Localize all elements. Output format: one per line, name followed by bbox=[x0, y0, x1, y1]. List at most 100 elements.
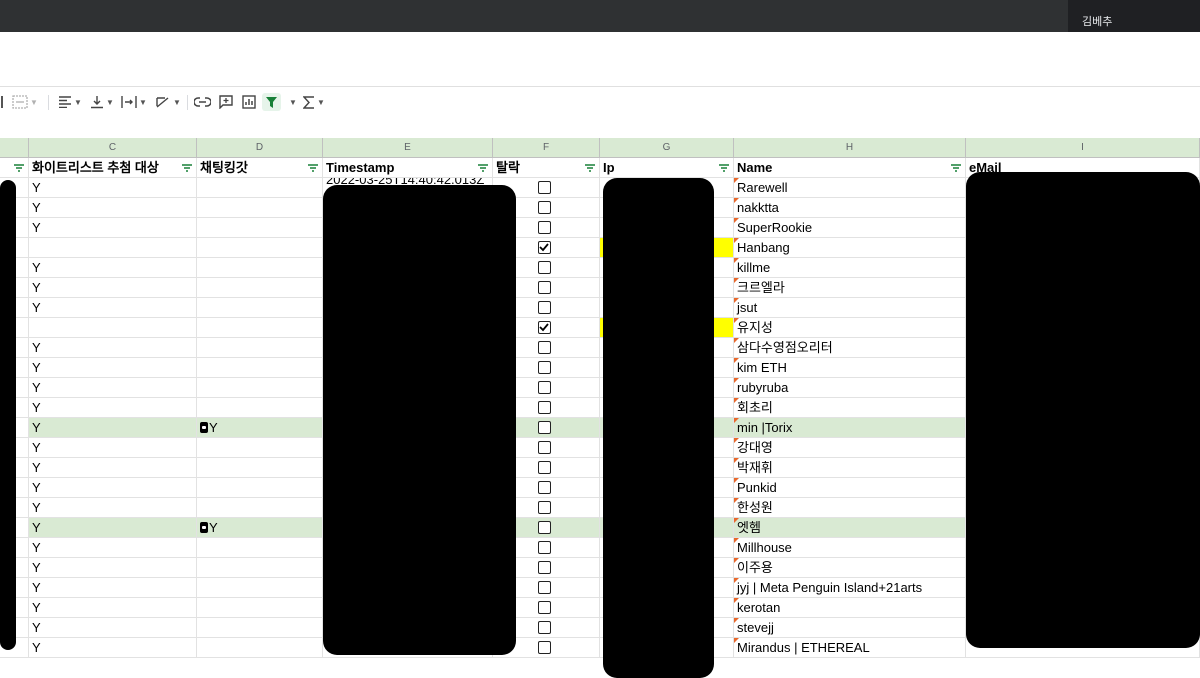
column-header-d[interactable]: D bbox=[197, 138, 323, 158]
filter-views-dropdown[interactable]: ▼ bbox=[287, 93, 297, 111]
cell-d[interactable] bbox=[197, 178, 323, 198]
dropout-checkbox[interactable] bbox=[538, 581, 551, 594]
cell-h[interactable]: kerotan bbox=[734, 598, 966, 618]
cell-h[interactable]: killme bbox=[734, 258, 966, 278]
cell-d[interactable] bbox=[197, 478, 323, 498]
dropout-checkbox[interactable] bbox=[538, 521, 551, 534]
cell-c[interactable]: Y bbox=[29, 398, 197, 418]
cell-h[interactable]: jyj | Meta Penguin Island+21arts bbox=[734, 578, 966, 598]
cell-h[interactable]: SuperRookie bbox=[734, 218, 966, 238]
cell-c[interactable]: Y bbox=[29, 458, 197, 478]
dropout-checkbox[interactable] bbox=[538, 321, 551, 334]
dropout-checkbox[interactable] bbox=[538, 181, 551, 194]
cell-c[interactable]: Y bbox=[29, 258, 197, 278]
cell-h[interactable]: 박재휘 bbox=[734, 458, 966, 478]
column-header-e[interactable]: E bbox=[323, 138, 493, 158]
dropout-checkbox[interactable] bbox=[538, 241, 551, 254]
dropout-checkbox[interactable] bbox=[538, 301, 551, 314]
cell-c[interactable]: Y bbox=[29, 498, 197, 518]
header-cell-c[interactable]: 화이트리스트 추첨 대상 bbox=[29, 158, 197, 178]
cell-h[interactable]: Rarewell bbox=[734, 178, 966, 198]
cell-d[interactable]: Y bbox=[197, 518, 323, 538]
text-rotation-button[interactable]: ▼ bbox=[155, 93, 181, 111]
insert-comment-icon[interactable] bbox=[219, 93, 233, 111]
cell-d[interactable] bbox=[197, 438, 323, 458]
cell-h[interactable]: min |Torix bbox=[734, 418, 966, 438]
dropout-checkbox[interactable] bbox=[538, 281, 551, 294]
column-filter-icon[interactable] bbox=[182, 164, 192, 172]
horizontal-align-button[interactable]: ▼ bbox=[58, 93, 82, 111]
header-cell-f[interactable]: 탈락 bbox=[493, 158, 600, 178]
cell-h[interactable]: 강대영 bbox=[734, 438, 966, 458]
header-cell-d[interactable]: 채팅킹갓 bbox=[197, 158, 323, 178]
cell-c[interactable] bbox=[29, 318, 197, 338]
cell-c[interactable] bbox=[29, 238, 197, 258]
cell-c[interactable]: Y bbox=[29, 598, 197, 618]
filter-button[interactable] bbox=[262, 93, 281, 111]
cell-d[interactable] bbox=[197, 598, 323, 618]
cell-d[interactable] bbox=[197, 558, 323, 578]
cell-c[interactable]: Y bbox=[29, 558, 197, 578]
column-header-b[interactable] bbox=[0, 138, 29, 158]
cell-h[interactable]: Hanbang bbox=[734, 238, 966, 258]
cell-c[interactable]: Y bbox=[29, 358, 197, 378]
cell-c[interactable]: Y bbox=[29, 478, 197, 498]
cell-d[interactable] bbox=[197, 618, 323, 638]
cell-c[interactable]: Y bbox=[29, 338, 197, 358]
cell-h[interactable]: Millhouse bbox=[734, 538, 966, 558]
column-header-c[interactable]: C bbox=[29, 138, 197, 158]
cell-h[interactable]: 한성원 bbox=[734, 498, 966, 518]
cell-c[interactable]: Y bbox=[29, 198, 197, 218]
insert-link-icon[interactable] bbox=[194, 93, 211, 111]
cell-d[interactable] bbox=[197, 258, 323, 278]
dropout-checkbox[interactable] bbox=[538, 501, 551, 514]
cell-d[interactable] bbox=[197, 378, 323, 398]
cell-c[interactable]: Y bbox=[29, 218, 197, 238]
column-filter-icon[interactable] bbox=[14, 164, 24, 172]
cell-h[interactable]: 회초리 bbox=[734, 398, 966, 418]
cell-d[interactable] bbox=[197, 278, 323, 298]
cell-d[interactable] bbox=[197, 498, 323, 518]
cell-h[interactable]: rubyruba bbox=[734, 378, 966, 398]
cell-c[interactable]: Y bbox=[29, 298, 197, 318]
column-filter-icon[interactable] bbox=[951, 164, 961, 172]
dropout-checkbox[interactable] bbox=[538, 381, 551, 394]
dropout-checkbox[interactable] bbox=[538, 621, 551, 634]
cell-d[interactable] bbox=[197, 458, 323, 478]
cell-c[interactable]: Y bbox=[29, 638, 197, 658]
cell-h[interactable]: nakktta bbox=[734, 198, 966, 218]
column-header-h[interactable]: H bbox=[734, 138, 966, 158]
cell-c[interactable]: Y bbox=[29, 538, 197, 558]
cell-c[interactable]: Y bbox=[29, 178, 197, 198]
cell-c[interactable]: Y bbox=[29, 438, 197, 458]
column-header-i[interactable]: I bbox=[966, 138, 1200, 158]
dropout-checkbox[interactable] bbox=[538, 341, 551, 354]
cell-d[interactable] bbox=[197, 218, 323, 238]
dropout-checkbox[interactable] bbox=[538, 421, 551, 434]
cell-d[interactable] bbox=[197, 318, 323, 338]
dropout-checkbox[interactable] bbox=[538, 261, 551, 274]
cell-c[interactable]: Y bbox=[29, 418, 197, 438]
cell-d[interactable] bbox=[197, 298, 323, 318]
column-filter-icon[interactable] bbox=[719, 164, 729, 172]
functions-button[interactable]: ▼ bbox=[303, 93, 325, 111]
dropout-checkbox[interactable] bbox=[538, 201, 551, 214]
dropout-checkbox[interactable] bbox=[538, 441, 551, 454]
cell-d[interactable] bbox=[197, 338, 323, 358]
cell-h[interactable]: 삼다수영점오리터 bbox=[734, 338, 966, 358]
cell-d[interactable] bbox=[197, 398, 323, 418]
cell-d[interactable] bbox=[197, 538, 323, 558]
column-filter-icon[interactable] bbox=[585, 164, 595, 172]
dropout-checkbox[interactable] bbox=[538, 361, 551, 374]
cell-d[interactable] bbox=[197, 198, 323, 218]
cell-h[interactable]: stevejj bbox=[734, 618, 966, 638]
cell-h[interactable]: Mirandus | ETHEREAL bbox=[734, 638, 966, 658]
vertical-align-button[interactable]: ▼ bbox=[90, 93, 114, 111]
dropout-checkbox[interactable] bbox=[538, 561, 551, 574]
borders-icon[interactable] bbox=[0, 93, 4, 111]
dropout-checkbox[interactable] bbox=[538, 601, 551, 614]
cell-h[interactable]: 크르엘라 bbox=[734, 278, 966, 298]
dropout-checkbox[interactable] bbox=[538, 401, 551, 414]
cell-h[interactable]: kim ETH bbox=[734, 358, 966, 378]
merge-cells-button[interactable]: ▼ bbox=[12, 93, 38, 111]
